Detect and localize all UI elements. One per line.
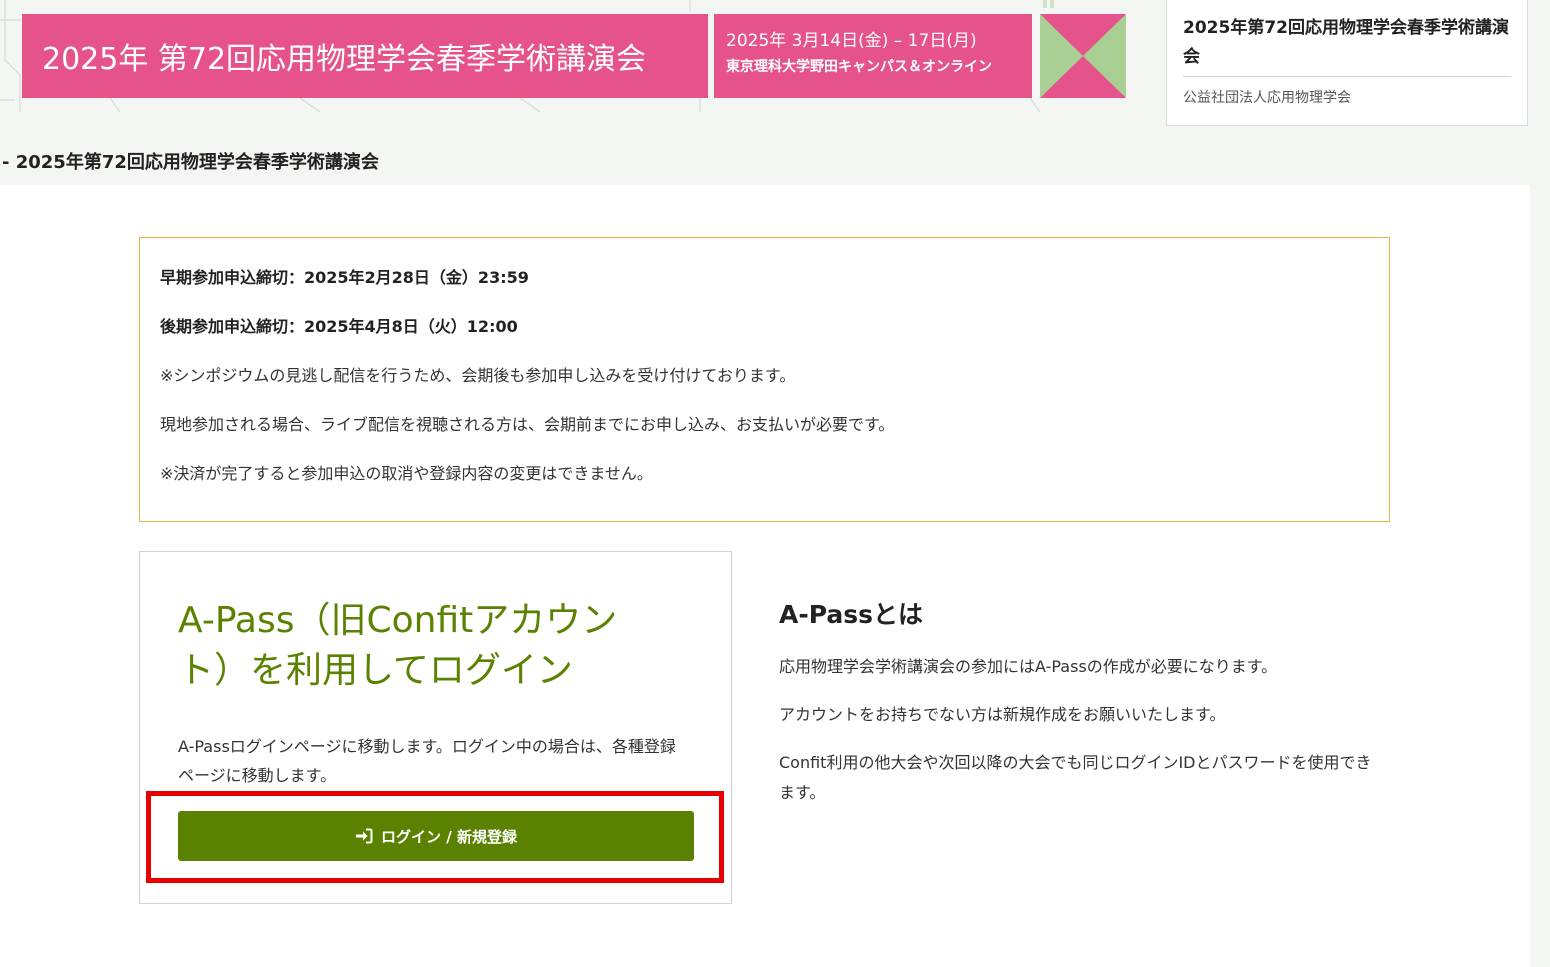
deadline-notice-box: 早期参加申込締切：2025年2月28日（金）23:59 後期参加申込締切：202… [139, 237, 1390, 522]
breadcrumb: - 2025年第72回応用物理学会春季学術講演会 [2, 152, 379, 173]
apass-info-section: A-Passとは 応用物理学会学術講演会の参加にはA-Passの作成が必要になり… [779, 598, 1379, 808]
late-deadline-text: 後期参加申込締切：2025年4月8日（火）12:00 [160, 317, 518, 336]
banner-date-venue: 2025年 3月14日(金) – 17日(月) 東京理科大学野田キャンパス＆オン… [714, 14, 1032, 98]
conference-banner: 2025年 第72回応用物理学会春季学術講演会 2025年 3月14日(金) –… [0, 0, 1140, 112]
notice-cancel-text: ※決済が完了すると参加申込の取消や登録内容の変更はできません。 [160, 464, 653, 483]
banner-venue: 東京理科大学野田キャンパス＆オンライン [726, 59, 992, 75]
apass-login-card: A-Pass（旧Confitアカウント）を利用してログイン A-Passログイン… [139, 551, 732, 904]
banner-logo-mark [1040, 14, 1126, 98]
apass-info-reuse-text: Confit利用の他大会や次回以降の大会でも同じログインIDとパスワードを使用で… [779, 753, 1372, 802]
login-description: A-Passログインページに移動します。ログイン中の場合は、各種登録ページに移動… [178, 737, 676, 785]
banner-title: 2025年 第72回応用物理学会春季学術講演会 [22, 14, 708, 98]
apass-info-required-text: 応用物理学会学術講演会の参加にはA-Passの作成が必要になります。 [779, 657, 1278, 676]
apass-info-create-text: アカウントをお持ちでない方は新規作成をお願いいたします。 [779, 705, 1226, 724]
apass-info-heading: A-Passとは [779, 600, 924, 629]
login-register-button[interactable]: ログイン / 新規登録 [178, 811, 694, 861]
org-conference-title: 2025年第72回応用物理学会春季学術講演会 [1183, 14, 1511, 77]
sign-in-icon [356, 828, 373, 844]
early-deadline-text: 早期参加申込締切：2025年2月28日（金）23:59 [160, 268, 529, 287]
login-register-button-label: ログイン / 新規登録 [381, 827, 517, 846]
org-name: 公益社団法人応用物理学会 [1183, 90, 1351, 106]
notice-payment-text: 現地参加される場合、ライブ配信を視聴される方は、会期前までにお申し込み、お支払い… [160, 415, 895, 434]
login-heading: A-Pass（旧Confitアカウント）を利用してログイン [178, 600, 618, 691]
notice-symposium-text: ※シンポジウムの見逃し配信を行うため、会期後も参加申し込みを受け付けております。 [160, 366, 796, 385]
banner-date: 2025年 3月14日(金) – 17日(月) [726, 31, 977, 51]
organization-info-box: 2025年第72回応用物理学会春季学術講演会 公益社団法人応用物理学会 [1166, 0, 1528, 126]
